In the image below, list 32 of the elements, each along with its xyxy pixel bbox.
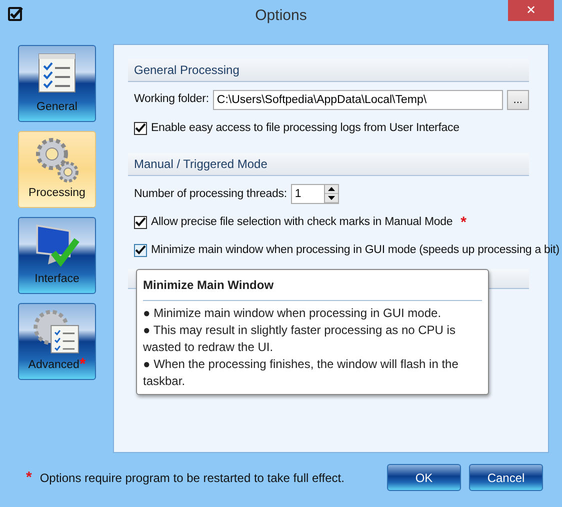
sidebar-item[interactable]: Processing	[18, 131, 96, 208]
checkbox-label: Enable easy access to file processing logs from User Interface	[151, 121, 460, 136]
field-label: Number of processing threads:	[134, 186, 287, 202]
sidebar-item[interactable]: General	[18, 45, 96, 122]
tooltip-text: ● This may result in slightly faster processing as no CPU is wasted to redraw the UI.	[143, 322, 456, 356]
sidebar-item[interactable]: Interface	[18, 217, 96, 294]
field-label: Working folder:	[134, 92, 209, 108]
checkbox-icon	[8, 6, 24, 22]
checkbox[interactable]	[134, 122, 147, 136]
checkbox[interactable]	[134, 216, 147, 230]
cancel-button[interactable]: Cancel	[469, 464, 543, 491]
asterisk: *	[460, 215, 466, 230]
close-button[interactable]: ✕	[508, 0, 554, 21]
section-header: General Processing	[128, 59, 529, 82]
folder-field[interactable]: C:\Users\Softpedia\AppData\Local\Temp\	[212, 90, 503, 110]
threads-spinner[interactable]: 1	[290, 184, 339, 204]
tooltip-title: Minimize Main Window	[143, 276, 482, 301]
footer-note: Options require program to be restarted to take full effect.	[40, 470, 344, 486]
window-title: Options	[254, 6, 308, 26]
down-arrow-icon[interactable]	[328, 196, 335, 200]
asterisk: *	[26, 470, 32, 485]
ok-button[interactable]: OK	[387, 464, 461, 491]
section-header: Manual / Triggered Mode	[128, 153, 529, 176]
tooltip-text: ● Minimize main window when processing in GUI mode.	[143, 305, 442, 322]
checkbox-label: Minimize main window when processing in GUI mode (speeds up processing a bit)	[151, 242, 560, 258]
browse-button[interactable]: ...	[506, 90, 529, 110]
checkbox[interactable]	[134, 244, 147, 257]
asterisk: *	[79, 357, 86, 374]
tooltip-text: ● When the processing finishes, the window will flash in the taskbar.	[143, 356, 460, 390]
up-arrow-icon[interactable]	[328, 187, 335, 192]
checkbox-label: Allow precise file selection with check marks in Manual Mode	[151, 215, 453, 230]
sidebar-item[interactable]: Advanced*	[18, 303, 96, 380]
